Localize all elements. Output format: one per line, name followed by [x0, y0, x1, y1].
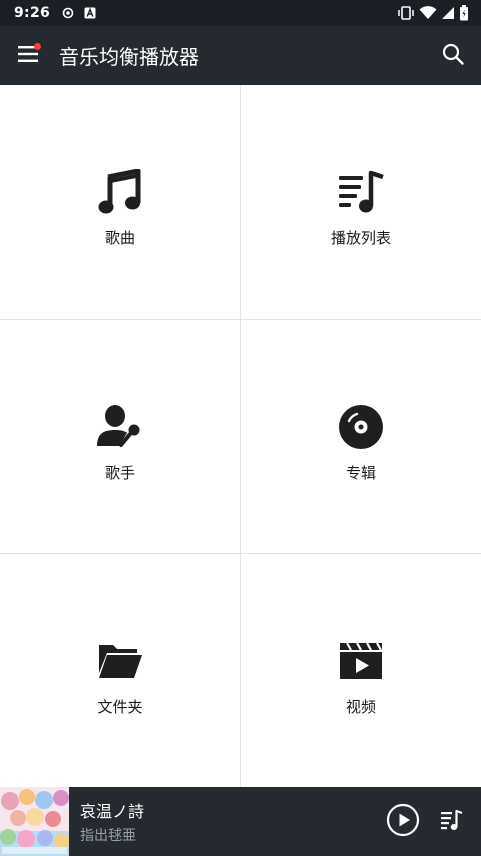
grid-divider-horizontal — [0, 319, 481, 320]
status-left-icons — [62, 7, 96, 19]
tile-playlists[interactable]: 播放列表 — [241, 85, 481, 319]
status-bar: 9:26 — [0, 0, 481, 26]
play-icon — [386, 803, 420, 841]
notification-dot — [34, 43, 41, 50]
mini-player[interactable]: 哀温ノ詩 指出毬亜 — [0, 787, 481, 856]
target-icon — [62, 7, 74, 19]
menu-button[interactable] — [0, 26, 58, 85]
signal-icon — [441, 6, 455, 20]
library-grid: 歌曲 播放列表 歌手 专辑 文件夹 视频 — [0, 85, 481, 787]
page-title: 音乐均衡播放器 — [59, 45, 199, 69]
grid-divider-horizontal — [0, 553, 481, 554]
music-note-icon — [95, 167, 145, 217]
tile-folders-label: 文件夹 — [97, 698, 143, 716]
track-title: 哀温ノ詩 — [80, 802, 145, 821]
tile-artists-label: 歌手 — [104, 464, 135, 482]
folder-icon — [95, 636, 145, 686]
tile-videos[interactable]: 视频 — [241, 554, 481, 788]
tile-albums[interactable]: 专辑 — [241, 320, 481, 554]
battery-icon — [459, 5, 469, 21]
tile-songs[interactable]: 歌曲 — [0, 85, 240, 319]
tile-artists[interactable]: 歌手 — [0, 320, 240, 554]
video-icon — [336, 636, 386, 686]
singer-icon — [95, 402, 145, 452]
grid-divider-vertical — [240, 85, 241, 787]
track-info[interactable]: 哀温ノ詩 指出毬亜 — [80, 798, 144, 845]
tile-playlists-label: 播放列表 — [330, 229, 391, 247]
wifi-icon — [419, 6, 437, 20]
queue-button[interactable] — [427, 787, 477, 856]
album-disc-icon — [336, 402, 386, 452]
album-art[interactable] — [0, 787, 69, 856]
tile-albums-label: 专辑 — [345, 464, 376, 482]
search-icon — [442, 43, 464, 69]
search-button[interactable] — [425, 26, 481, 85]
track-artist: 指出毬亜 — [80, 828, 136, 844]
a-box-icon — [84, 7, 96, 19]
tile-videos-label: 视频 — [345, 698, 376, 716]
app-bar: 音乐均衡播放器 — [0, 26, 481, 85]
playlist-icon — [336, 167, 386, 217]
vibrate-icon — [397, 6, 415, 20]
status-right-icons — [397, 5, 469, 21]
play-button[interactable] — [379, 787, 427, 856]
queue-icon — [441, 809, 463, 835]
tile-songs-label: 歌曲 — [104, 229, 135, 247]
status-time: 9:26 — [14, 5, 51, 21]
tile-folders[interactable]: 文件夹 — [0, 554, 240, 788]
